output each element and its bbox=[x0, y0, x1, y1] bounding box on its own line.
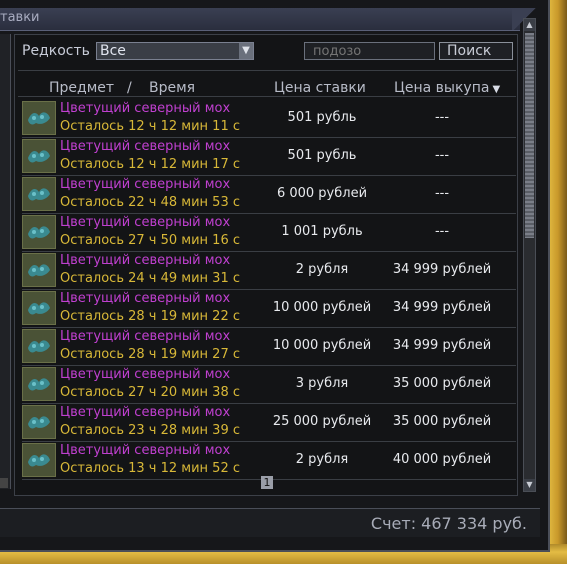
header-divider-bottom bbox=[18, 96, 516, 97]
bid-price: 25 000 рублей bbox=[272, 414, 372, 429]
column-header-bid[interactable]: Цена ставки bbox=[274, 80, 366, 96]
moss-icon bbox=[22, 139, 56, 173]
bid-price: 2 рубля bbox=[295, 452, 349, 467]
scroll-down-icon[interactable]: ▼ bbox=[524, 479, 535, 491]
moss-icon bbox=[22, 367, 56, 401]
item-name[interactable]: Цветущий северный мох bbox=[60, 329, 230, 344]
item-name[interactable]: Цветущий северный мох bbox=[60, 215, 230, 230]
item-name[interactable]: Цветущий северный мох bbox=[60, 139, 230, 154]
bid-price: 2 рубля bbox=[295, 262, 349, 277]
time-left: Осталось 22 ч 48 мин 53 с bbox=[60, 195, 240, 210]
bid-price: 501 рубль bbox=[287, 148, 357, 163]
column-header-item[interactable]: Предмет bbox=[49, 80, 114, 96]
table-row[interactable]: Цветущий северный мох Осталось 12 ч 12 м… bbox=[22, 138, 516, 176]
buyout-price: --- bbox=[434, 224, 450, 239]
search-button[interactable]: Поиск bbox=[439, 42, 513, 60]
column-header-buyout[interactable]: Цена выкупа ▼ bbox=[394, 80, 500, 96]
time-left: Осталось 24 ч 49 мин 31 с bbox=[60, 271, 240, 286]
table-row[interactable]: Цветущий северный мох Осталось 23 ч 28 м… bbox=[22, 404, 516, 442]
scrollbar-thumb[interactable] bbox=[525, 33, 534, 238]
column-header-separator: / bbox=[127, 80, 132, 96]
table-row[interactable]: Цветущий северный мох Осталось 22 ч 48 м… bbox=[22, 176, 516, 214]
moss-icon bbox=[22, 443, 56, 477]
moss-icon bbox=[22, 405, 56, 439]
bid-price: 6 000 рублей bbox=[276, 186, 368, 201]
moss-icon bbox=[22, 291, 56, 325]
rarity-select[interactable]: Все ▼ bbox=[96, 42, 254, 60]
item-name[interactable]: Цветущий северный мох bbox=[60, 291, 230, 306]
buyout-price: 34 999 рублей bbox=[392, 262, 492, 277]
header-divider-top bbox=[18, 70, 516, 71]
auction-table: Цветущий северный мох Осталось 12 ч 12 м… bbox=[22, 100, 516, 480]
time-left: Осталось 12 ч 12 мин 17 с bbox=[60, 157, 240, 172]
table-row[interactable]: Цветущий северный мох Осталось 13 ч 12 м… bbox=[22, 442, 516, 480]
scroll-up-icon[interactable]: ▲ bbox=[524, 19, 535, 31]
bid-price: 1 001 рубль bbox=[281, 224, 363, 239]
buyout-price: 34 999 рублей bbox=[392, 338, 492, 353]
title-bar bbox=[0, 8, 520, 31]
account-balance: Счет: 467 334 руб. bbox=[370, 514, 527, 533]
buyout-price: 34 999 рублей bbox=[392, 300, 492, 315]
table-row[interactable]: Цветущий северный мох Осталось 12 ч 12 м… bbox=[22, 100, 516, 138]
moss-icon bbox=[22, 177, 56, 211]
rarity-label: Редкость bbox=[22, 43, 90, 59]
left-panel-edge bbox=[0, 34, 11, 489]
sort-desc-icon: ▼ bbox=[492, 84, 501, 95]
moss-icon bbox=[22, 101, 56, 135]
moss-icon bbox=[22, 215, 56, 249]
page-number-button[interactable]: 1 bbox=[261, 476, 273, 489]
window-title: тавки bbox=[0, 10, 40, 25]
item-name[interactable]: Цветущий северный мох bbox=[60, 405, 230, 420]
chevron-down-icon[interactable]: ▼ bbox=[239, 43, 253, 59]
bid-price: 10 000 рублей bbox=[272, 338, 372, 353]
scrollbar[interactable]: ▲ ▼ bbox=[523, 18, 536, 492]
time-left: Осталось 28 ч 19 мин 22 с bbox=[60, 309, 240, 324]
buyout-price: --- bbox=[434, 148, 450, 163]
time-left: Осталось 23 ч 28 мин 39 с bbox=[60, 423, 240, 438]
bid-price: 501 рубль bbox=[287, 110, 357, 125]
time-left: Осталось 27 ч 50 мин 16 с bbox=[60, 233, 240, 248]
time-left: Осталось 13 ч 12 мин 52 с bbox=[60, 461, 240, 476]
left-panel-scroll-button[interactable] bbox=[0, 478, 8, 488]
search-input[interactable] bbox=[304, 42, 435, 60]
buyout-price: 35 000 рублей bbox=[392, 376, 492, 391]
table-row[interactable]: Цветущий северный мох Осталось 24 ч 49 м… bbox=[22, 252, 516, 290]
time-left: Осталось 12 ч 12 мин 11 с bbox=[60, 119, 240, 134]
bid-price: 10 000 рублей bbox=[272, 300, 372, 315]
bid-price: 3 рубля bbox=[295, 376, 349, 391]
buyout-price: --- bbox=[434, 110, 450, 125]
buyout-price: 40 000 рублей bbox=[392, 452, 492, 467]
time-left: Осталось 27 ч 20 мин 38 с bbox=[60, 385, 240, 400]
item-name[interactable]: Цветущий северный мох bbox=[60, 367, 230, 382]
table-row[interactable]: Цветущий северный мох Осталось 27 ч 50 м… bbox=[22, 214, 516, 252]
moss-icon bbox=[22, 329, 56, 363]
item-name[interactable]: Цветущий северный мох bbox=[60, 177, 230, 192]
table-row[interactable]: Цветущий северный мох Осталось 28 ч 19 м… bbox=[22, 290, 516, 328]
buyout-price: 35 000 рублей bbox=[392, 414, 492, 429]
buyout-price: --- bbox=[434, 186, 450, 201]
table-row[interactable]: Цветущий северный мох Осталось 27 ч 20 м… bbox=[22, 366, 516, 404]
moss-icon bbox=[22, 253, 56, 287]
table-row[interactable]: Цветущий северный мох Осталось 28 ч 19 м… bbox=[22, 328, 516, 366]
time-left: Осталось 28 ч 19 мин 27 с bbox=[60, 347, 240, 362]
column-header-buyout-label: Цена выкупа bbox=[394, 80, 490, 96]
column-header-time[interactable]: Время bbox=[149, 80, 195, 96]
item-name[interactable]: Цветущий северный мох bbox=[60, 101, 230, 116]
item-name[interactable]: Цветущий северный мох bbox=[60, 443, 230, 458]
rarity-value: Все bbox=[100, 43, 126, 59]
item-name[interactable]: Цветущий северный мох bbox=[60, 253, 230, 268]
